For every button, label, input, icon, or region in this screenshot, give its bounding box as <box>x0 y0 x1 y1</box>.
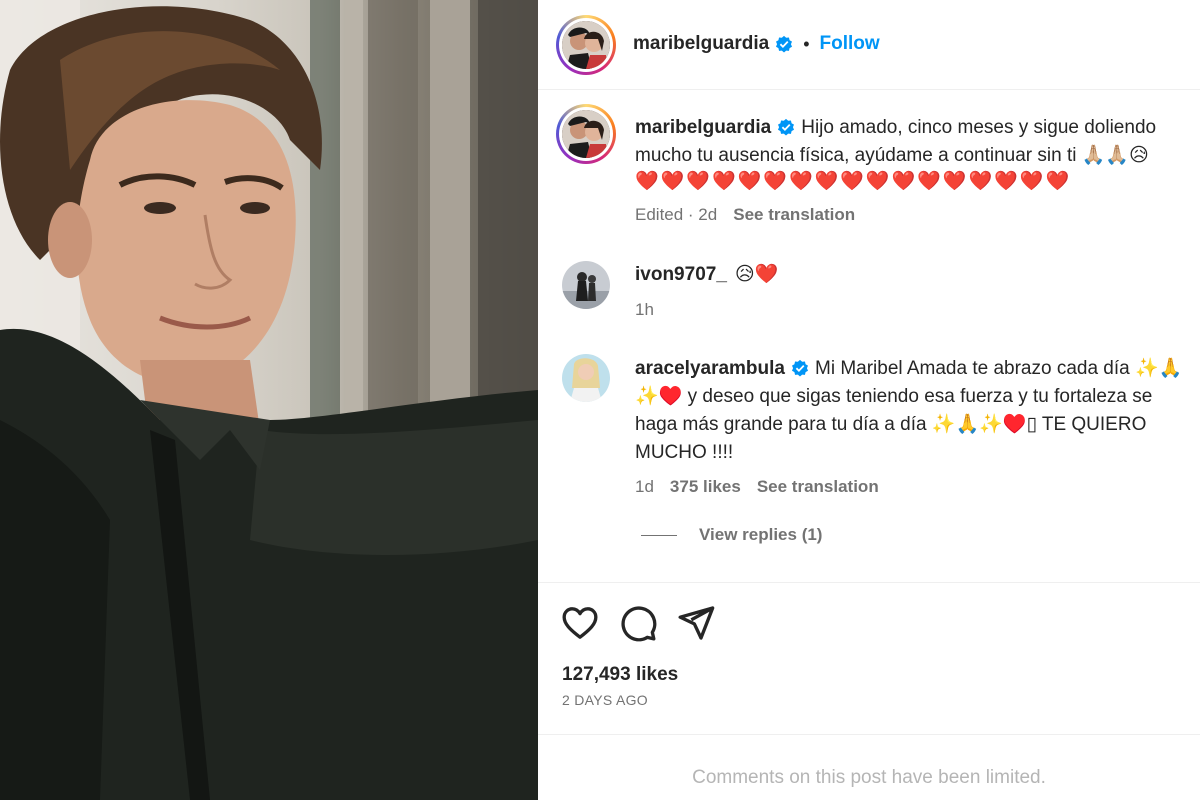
caption-edited: Edited · 2d <box>635 205 718 224</box>
comment-likes[interactable]: 375 likes <box>670 477 741 496</box>
comment-meta: 1d 375 likes See translation <box>635 477 879 497</box>
comment-body: aracelyarambula Mi Maribel Amada te abraz… <box>635 355 1190 467</box>
follow-button[interactable]: Follow <box>820 33 880 55</box>
verified-badge-icon <box>778 118 795 136</box>
post-photo-illustration <box>0 0 538 800</box>
author-username[interactable]: maribelguardia <box>633 33 769 55</box>
caption-author-avatar[interactable] <box>556 104 616 164</box>
verified-badge-icon <box>776 35 793 53</box>
view-replies-button[interactable]: View replies (1) <box>641 525 822 545</box>
caption-username[interactable]: maribelguardia <box>635 117 771 138</box>
post-photo <box>0 0 538 800</box>
commenter-avatar[interactable] <box>562 354 610 402</box>
replies-divider <box>641 534 677 536</box>
comments-limited-notice: Comments on this post have been limited. <box>692 767 1046 788</box>
comments-footer: Comments on this post have been limited. <box>538 734 1200 800</box>
caption-body: maribelguardia Hijo amado, cinco meses y … <box>635 114 1190 194</box>
verified-badge-icon <box>791 359 809 377</box>
view-replies-label: View replies (1) <box>699 525 823 544</box>
header-info: maribelguardia • Follow <box>633 33 880 55</box>
comment-body: ivon9707_ 😥❤️ <box>635 261 778 289</box>
comment-meta: 1h <box>635 300 654 320</box>
comment-time: 1d <box>635 477 654 496</box>
commenter-avatar[interactable] <box>562 261 610 309</box>
comment-time: 1h <box>635 300 654 319</box>
comment-see-translation[interactable]: See translation <box>757 477 879 496</box>
likes-count[interactable]: 127,493 likes <box>562 664 678 686</box>
comment-bubble-icon[interactable] <box>618 603 658 643</box>
post-details-panel: maribelguardia • Follow maribelguardia Hi… <box>538 0 1200 800</box>
author-avatar[interactable] <box>556 15 616 75</box>
separator-dot: • <box>803 33 810 54</box>
caption-see-translation[interactable]: See translation <box>733 205 855 224</box>
caption-meta: Edited · 2d See translation <box>635 205 855 225</box>
paper-plane-icon[interactable] <box>676 603 716 643</box>
caption-hearts: ❤️❤️❤️❤️❤️❤️❤️❤️❤️❤️❤️❤️❤️❤️❤️❤️❤️ <box>635 171 1072 192</box>
comment-username[interactable]: aracelyarambula <box>635 358 785 379</box>
comment-username[interactable]: ivon9707_ <box>635 264 727 285</box>
post-date: 2 DAYS AGO <box>562 692 648 708</box>
comment-text: 😥❤️ <box>734 264 779 285</box>
action-bar <box>538 582 1200 662</box>
heart-icon[interactable] <box>560 603 600 643</box>
post-header: maribelguardia • Follow <box>538 0 1200 90</box>
